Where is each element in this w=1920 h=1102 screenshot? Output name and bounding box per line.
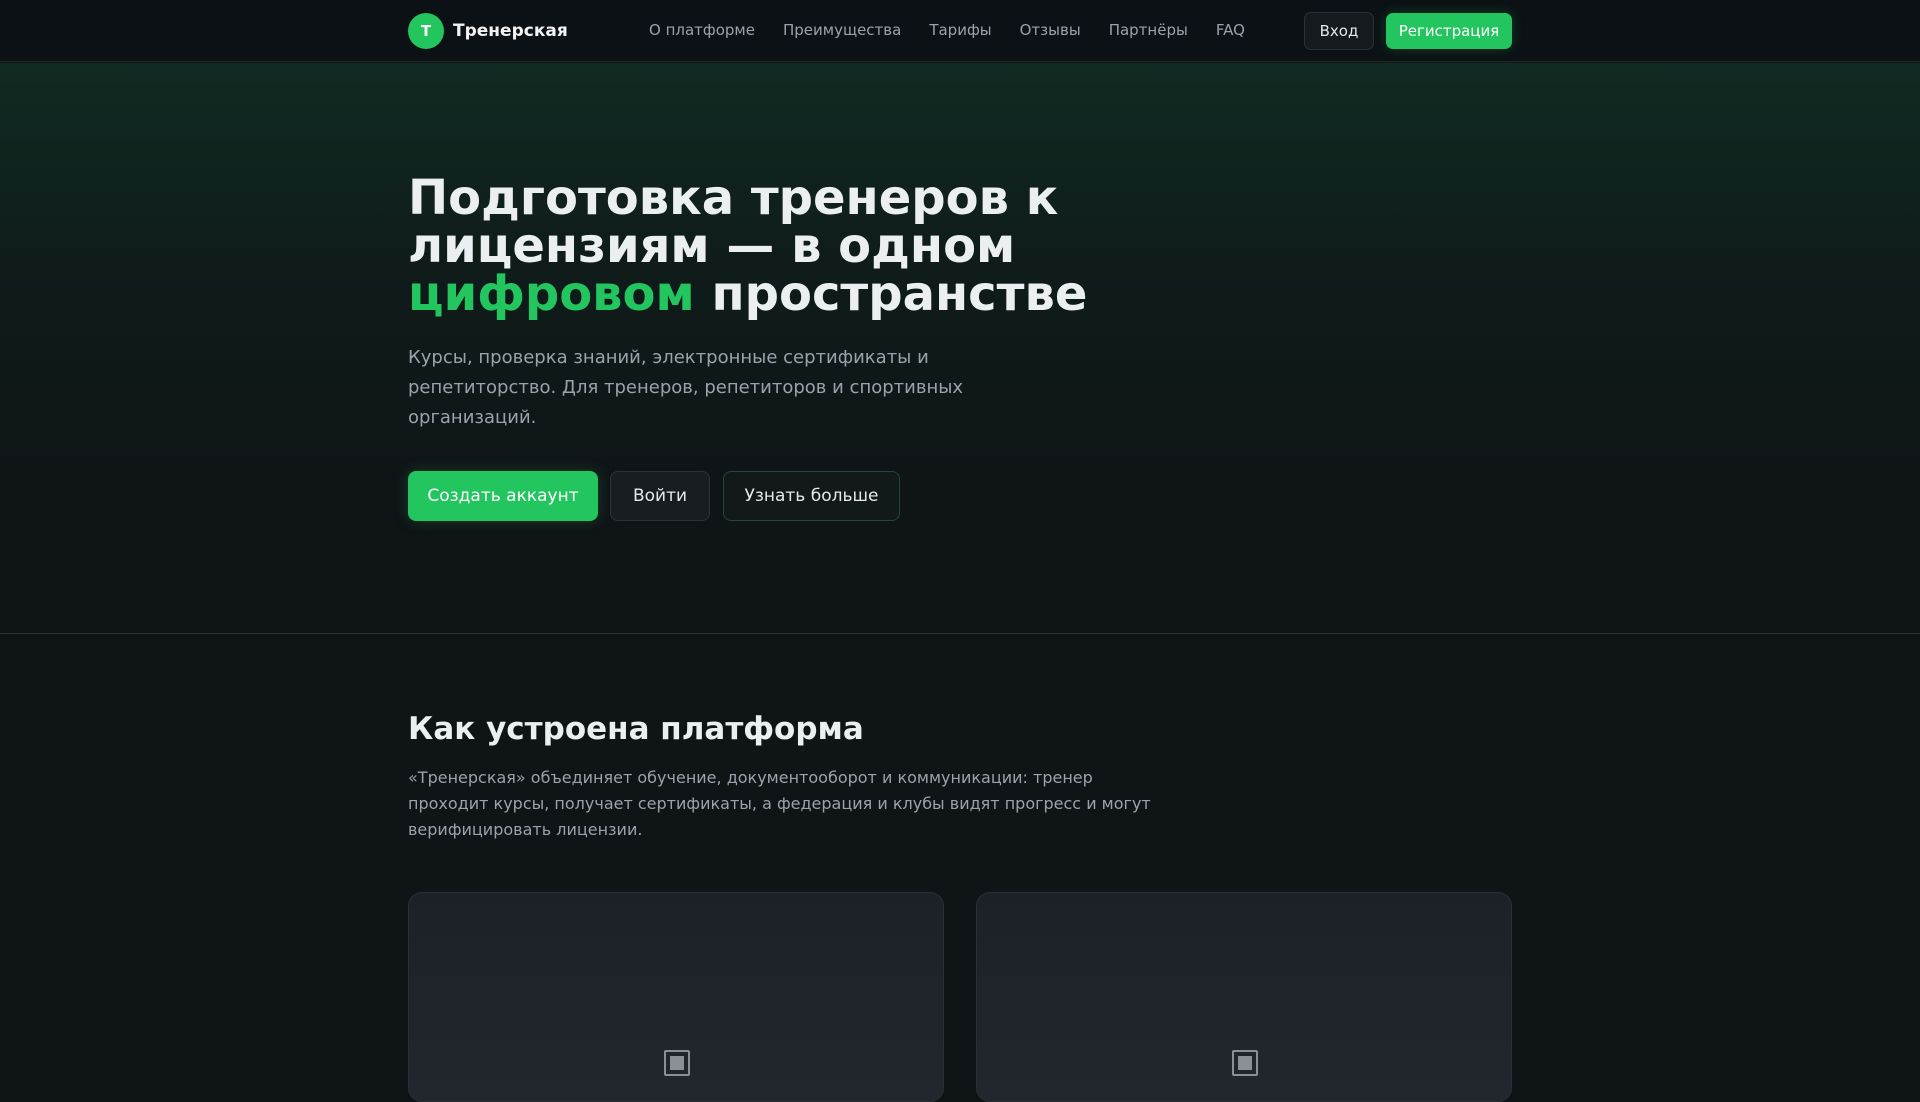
- image-placeholder-icon: [664, 1050, 690, 1076]
- learn-more-button[interactable]: Узнать больше: [723, 471, 900, 521]
- brand-mark-icon: Т: [408, 13, 444, 49]
- image-placeholder-icon: [1232, 1050, 1258, 1076]
- nav-link-partners[interactable]: Партнёры: [1109, 21, 1188, 39]
- register-button[interactable]: Регистрация: [1386, 13, 1512, 49]
- hero-title-accent: цифровом: [408, 266, 695, 322]
- nav-link-reviews[interactable]: Отзывы: [1020, 21, 1081, 39]
- hero-title-part2: пространстве: [694, 266, 1088, 322]
- feature-card: [408, 892, 944, 1102]
- nav-link-benefits[interactable]: Преимущества: [783, 21, 901, 39]
- hero-title: Подготовка тренеров к лицензиям — в одно…: [408, 174, 1128, 318]
- hero-title-part1: Подготовка тренеров к лицензиям — в одно…: [408, 170, 1059, 274]
- hero-subtitle: Курсы, проверка знаний, электронные серт…: [408, 347, 964, 428]
- nav-link-faq[interactable]: FAQ: [1216, 21, 1245, 39]
- section-description: «Тренерская» объединяет обучение, докуме…: [408, 768, 1151, 839]
- brand-name: Тренерская: [453, 21, 568, 41]
- main-nav: О платформе Преимущества Тарифы Отзывы П…: [649, 21, 1273, 39]
- brand-logo[interactable]: Т Тренерская: [408, 13, 568, 49]
- sign-in-button[interactable]: Войти: [610, 471, 710, 521]
- top-navigation-bar: Т Тренерская О платформе Преимущества Та…: [0, 0, 1920, 62]
- section-title: Как устроена платформа: [408, 711, 864, 747]
- feature-card: [976, 892, 1512, 1102]
- nav-link-about[interactable]: О платформе: [649, 21, 755, 39]
- login-button[interactable]: Вход: [1304, 12, 1374, 50]
- section-divider: [0, 633, 1920, 634]
- nav-link-pricing[interactable]: Тарифы: [929, 21, 991, 39]
- create-account-button[interactable]: Создать аккаунт: [408, 471, 598, 521]
